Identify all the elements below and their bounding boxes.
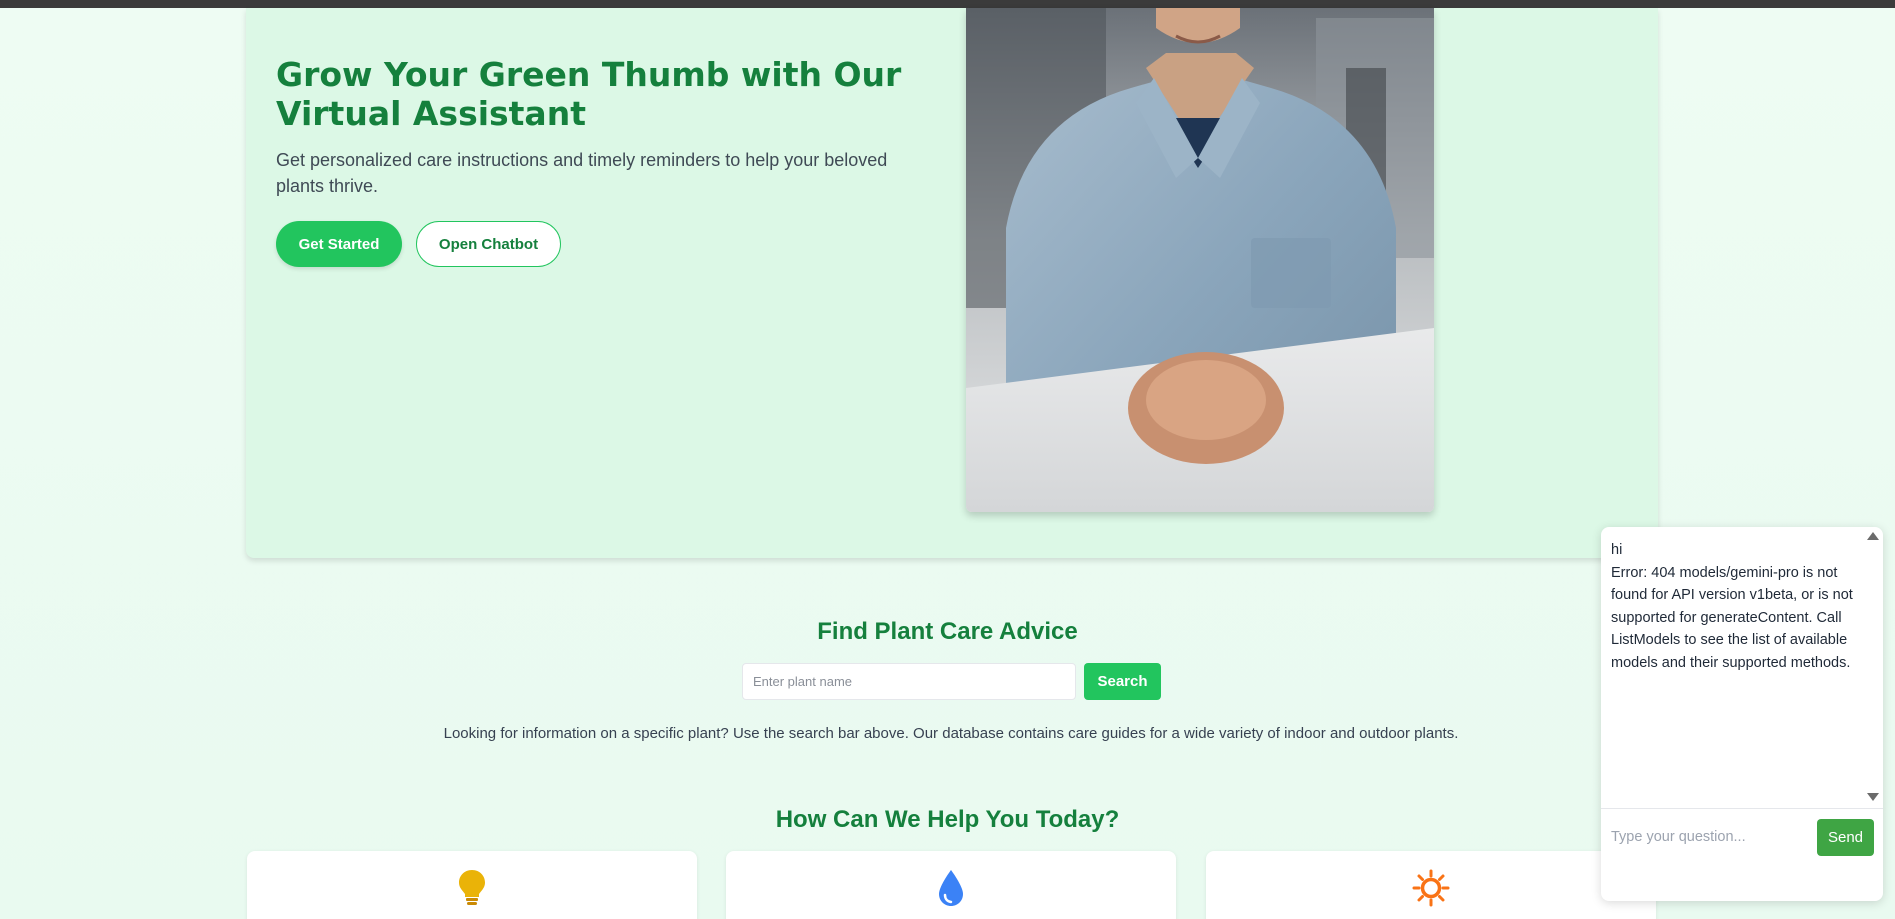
chat-send-button[interactable]: Send xyxy=(1817,819,1874,856)
search-button[interactable]: Search xyxy=(1084,663,1161,700)
open-chatbot-button[interactable]: Open Chatbot xyxy=(416,221,561,267)
scroll-up-arrow-icon[interactable] xyxy=(1867,532,1879,540)
chat-message-user: hi xyxy=(1611,542,1623,558)
help-card-sunlight[interactable] xyxy=(1206,851,1656,919)
plant-search-input[interactable] xyxy=(742,663,1076,700)
lightbulb-icon xyxy=(458,869,486,912)
chatbot-widget: hi Error: 404 models/gemini-pro is not f… xyxy=(1601,527,1883,901)
chat-question-input[interactable] xyxy=(1611,819,1811,855)
get-started-button[interactable]: Get Started xyxy=(276,221,402,267)
chat-message-list[interactable]: hi Error: 404 models/gemini-pro is not f… xyxy=(1601,527,1883,808)
scroll-down-arrow-icon[interactable] xyxy=(1867,793,1879,801)
hero-subtitle: Get personalized care instructions and t… xyxy=(276,150,888,196)
hero-title: Grow Your Green Thumb with Our Virtual A… xyxy=(276,55,902,133)
hero-image xyxy=(966,8,1434,512)
browser-top-bar xyxy=(0,0,1895,8)
help-card-watering[interactable] xyxy=(726,851,1176,919)
water-drop-icon xyxy=(938,869,964,912)
hero-section: Grow Your Green Thumb with Our Virtual A… xyxy=(246,8,1658,558)
help-card-tips[interactable] xyxy=(247,851,697,919)
sun-icon xyxy=(1412,869,1450,912)
chat-divider xyxy=(1601,808,1883,809)
chat-message-bot: Error: 404 models/gemini-pro is not foun… xyxy=(1611,564,1853,671)
